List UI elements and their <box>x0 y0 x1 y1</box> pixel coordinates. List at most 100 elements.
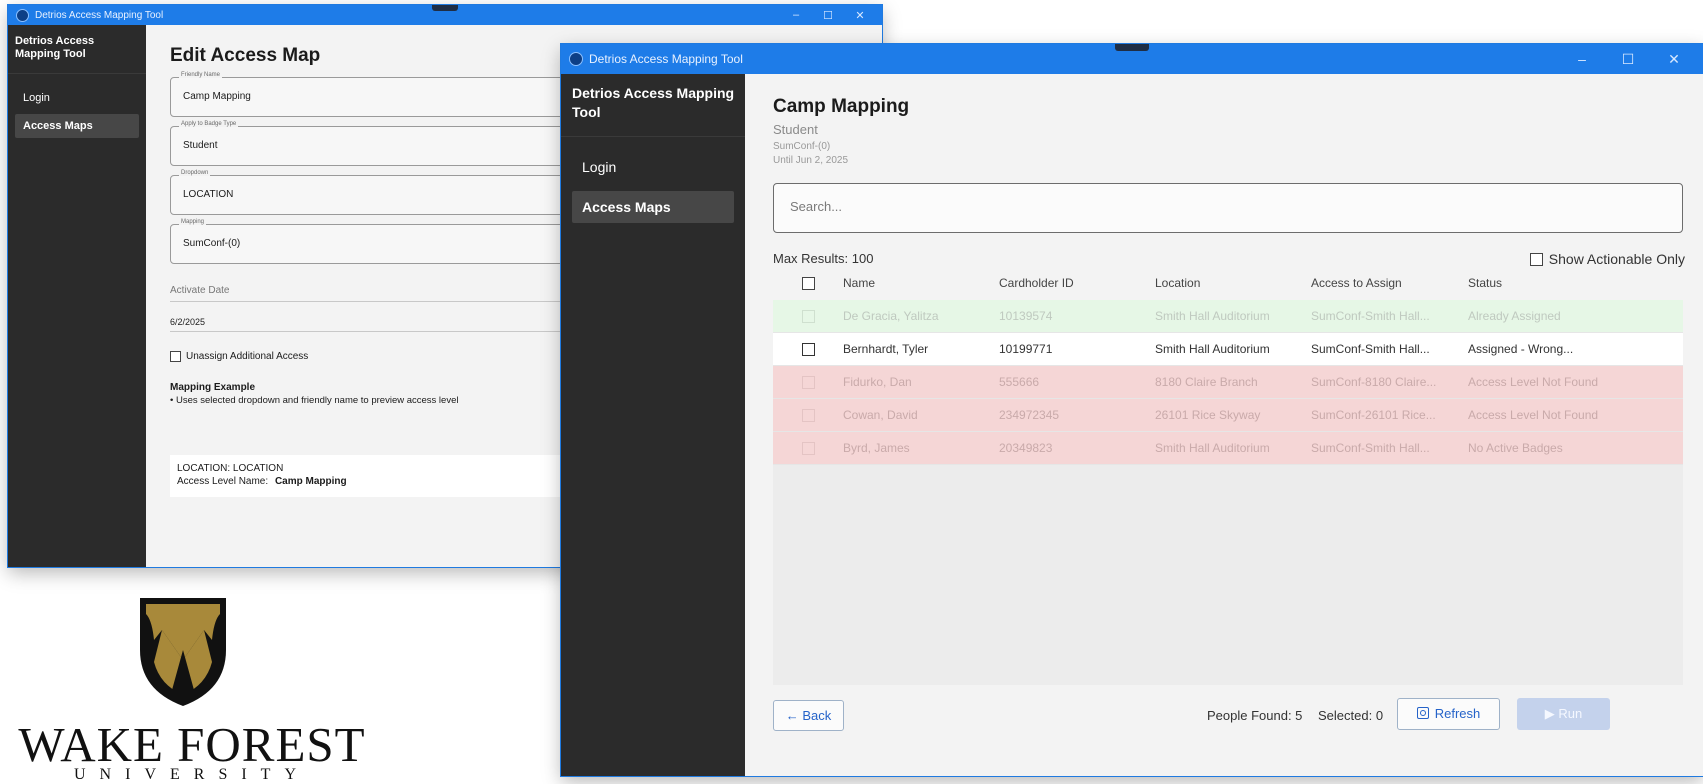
table-row[interactable]: Bernhardt, Tyler 10199771 Smith Hall Aud… <box>773 333 1683 366</box>
row-checkbox[interactable] <box>801 342 815 356</box>
field-legend: Dropdown <box>179 170 211 176</box>
sidebar-item-access-maps[interactable]: Access Maps <box>572 191 734 223</box>
maximize-button[interactable]: ☐ <box>1605 51 1651 68</box>
access-map-run-window: Detrios Access Mapping Tool – ☐ ✕ Detrio… <box>561 44 1703 776</box>
drag-grip[interactable] <box>432 5 458 11</box>
show-actionable-toggle[interactable]: Show Actionable Only <box>1529 251 1685 267</box>
column-header[interactable]: Name <box>843 276 999 290</box>
cell-cardholder-id: 234972345 <box>999 408 1060 422</box>
people-found-count: People Found: 5 <box>1207 708 1303 723</box>
cell-access: SumConf-Smith Hall... <box>1311 342 1430 356</box>
cell-access: SumConf-8180 Claire... <box>1311 375 1437 389</box>
row-checkbox[interactable] <box>801 408 815 422</box>
cell-location: 8180 Claire Branch <box>1155 375 1258 389</box>
mapping-example-bullet: • Uses selected dropdown and friendly na… <box>170 395 459 406</box>
cell-name: Byrd, James <box>843 441 910 455</box>
window-title: Detrios Access Mapping Tool <box>589 52 743 66</box>
row-checkbox[interactable] <box>801 309 815 323</box>
page-title: Edit Access Map <box>170 45 321 66</box>
refresh-button[interactable]: Refresh <box>1397 698 1500 730</box>
activate-date-input[interactable]: 6/2/2025 <box>170 317 205 327</box>
sidebar: Detrios Access Mapping Tool Login Access… <box>8 25 146 567</box>
field-legend: Mapping <box>179 219 207 225</box>
column-header[interactable]: Access to Assign <box>1311 276 1468 290</box>
logo-subtitle: UNIVERSITY <box>74 766 310 783</box>
cell-name: Cowan, David <box>843 408 918 422</box>
field-legend: Friendly Name <box>179 72 223 78</box>
cell-location: 26101 Rice Skyway <box>1155 408 1261 422</box>
cell-access: SumConf-Smith Hall... <box>1311 441 1430 455</box>
cell-status: No Active Badges <box>1468 441 1563 455</box>
field-value: Camp Mapping <box>183 91 251 102</box>
cell-name: De Gracia, Yalitza <box>843 309 939 323</box>
maximize-button[interactable]: ☐ <box>812 9 844 22</box>
cell-name: Bernhardt, Tyler <box>843 342 929 356</box>
sidebar-title: Detrios Access Mapping Tool <box>8 25 146 74</box>
field-value: LOCATION <box>183 189 234 200</box>
cell-status: Access Level Not Found <box>1468 408 1599 422</box>
wake-forest-logo: WAKE FOREST UNIVERSITY <box>12 590 372 783</box>
sidebar-item-login[interactable]: Login <box>15 86 139 110</box>
close-button[interactable]: ✕ <box>1651 51 1697 68</box>
title-bar[interactable]: Detrios Access Mapping Tool – ☐ ✕ <box>561 44 1703 74</box>
preview-line-1: LOCATION: LOCATION <box>177 463 284 474</box>
logo-wordmark: WAKE FOREST <box>18 717 366 772</box>
page-title: Camp Mapping <box>773 96 910 117</box>
cell-location: Smith Hall Auditorium <box>1155 309 1270 323</box>
row-checkbox[interactable] <box>801 441 815 455</box>
cell-access: SumConf-Smith Hall... <box>1311 309 1430 323</box>
back-button[interactable]: ← Back <box>773 700 844 731</box>
refresh-label: Refresh <box>1434 706 1481 721</box>
sidebar-item-login[interactable]: Login <box>572 151 734 183</box>
drag-grip[interactable] <box>1115 44 1149 51</box>
minimize-button[interactable]: – <box>780 9 812 21</box>
cell-cardholder-id: 10139574 <box>999 309 1053 323</box>
unassign-checkbox-row[interactable]: Unassign Additional Access <box>170 351 308 362</box>
activate-date-label: Activate Date <box>170 285 230 296</box>
preview-value: Camp Mapping <box>274 476 347 487</box>
cell-status: Access Level Not Found <box>1468 375 1599 389</box>
table-row[interactable]: Byrd, James 20349823 Smith Hall Auditori… <box>773 432 1683 465</box>
window-title: Detrios Access Mapping Tool <box>35 9 164 21</box>
sidebar-title: Detrios Access Mapping Tool <box>561 74 745 137</box>
column-header[interactable]: Cardholder ID <box>999 276 1155 290</box>
cell-location: Smith Hall Auditorium <box>1155 441 1270 455</box>
select-all-checkbox[interactable] <box>801 276 815 290</box>
show-actionable-label: Show Actionable Only <box>1548 251 1685 267</box>
until-date: Until Jun 2, 2025 <box>773 155 849 166</box>
field-value: SumConf-(0) <box>183 238 241 249</box>
row-checkbox[interactable] <box>801 375 815 389</box>
search-input[interactable]: Search... <box>773 183 1683 233</box>
unassign-checkbox[interactable] <box>170 351 181 362</box>
cell-name: Fidurko, Dan <box>843 375 912 389</box>
app-icon <box>16 8 29 22</box>
minimize-button[interactable]: – <box>1559 51 1605 67</box>
table-row[interactable]: De Gracia, Yalitza 10139574 Smith Hall A… <box>773 300 1683 333</box>
title-bar[interactable]: Detrios Access Mapping Tool – ☐ ✕ <box>8 5 882 25</box>
column-header[interactable]: Status <box>1468 276 1683 290</box>
cell-status: Assigned - Wrong... <box>1468 342 1574 356</box>
results-table: Name Cardholder ID Location Access to As… <box>773 266 1683 465</box>
field-legend: Apply to Badge Type <box>179 121 239 127</box>
refresh-icon <box>1416 707 1429 719</box>
close-button[interactable]: ✕ <box>844 9 876 22</box>
table-row[interactable]: Fidurko, Dan 555666 8180 Claire Branch S… <box>773 366 1683 399</box>
selected-count: Selected: 0 <box>1318 708 1384 723</box>
run-button[interactable]: ▶ Run <box>1517 698 1610 730</box>
unassign-label: Unassign Additional Access <box>186 351 309 362</box>
cell-cardholder-id: 20349823 <box>999 441 1053 455</box>
cell-status: Already Assigned <box>1468 309 1561 323</box>
column-header[interactable]: Location <box>1155 276 1311 290</box>
preview-line-2: Access Level Name: Camp Mapping <box>177 476 347 487</box>
badge-type: Student <box>773 122 818 137</box>
cell-cardholder-id: 10199771 <box>999 342 1053 356</box>
field-value: Student <box>183 140 218 151</box>
app-icon <box>569 52 583 66</box>
preview-label: Access Level Name: <box>177 476 269 487</box>
max-results: Max Results: 100 <box>773 251 874 266</box>
mapping-example-title: Mapping Example <box>170 382 256 393</box>
main-content: Camp Mapping Student SumConf-(0) Until J… <box>745 74 1703 776</box>
sidebar-item-access-maps[interactable]: Access Maps <box>15 114 139 138</box>
show-actionable-checkbox[interactable] <box>1529 252 1543 266</box>
table-row[interactable]: Cowan, David 234972345 26101 Rice Skyway… <box>773 399 1683 432</box>
